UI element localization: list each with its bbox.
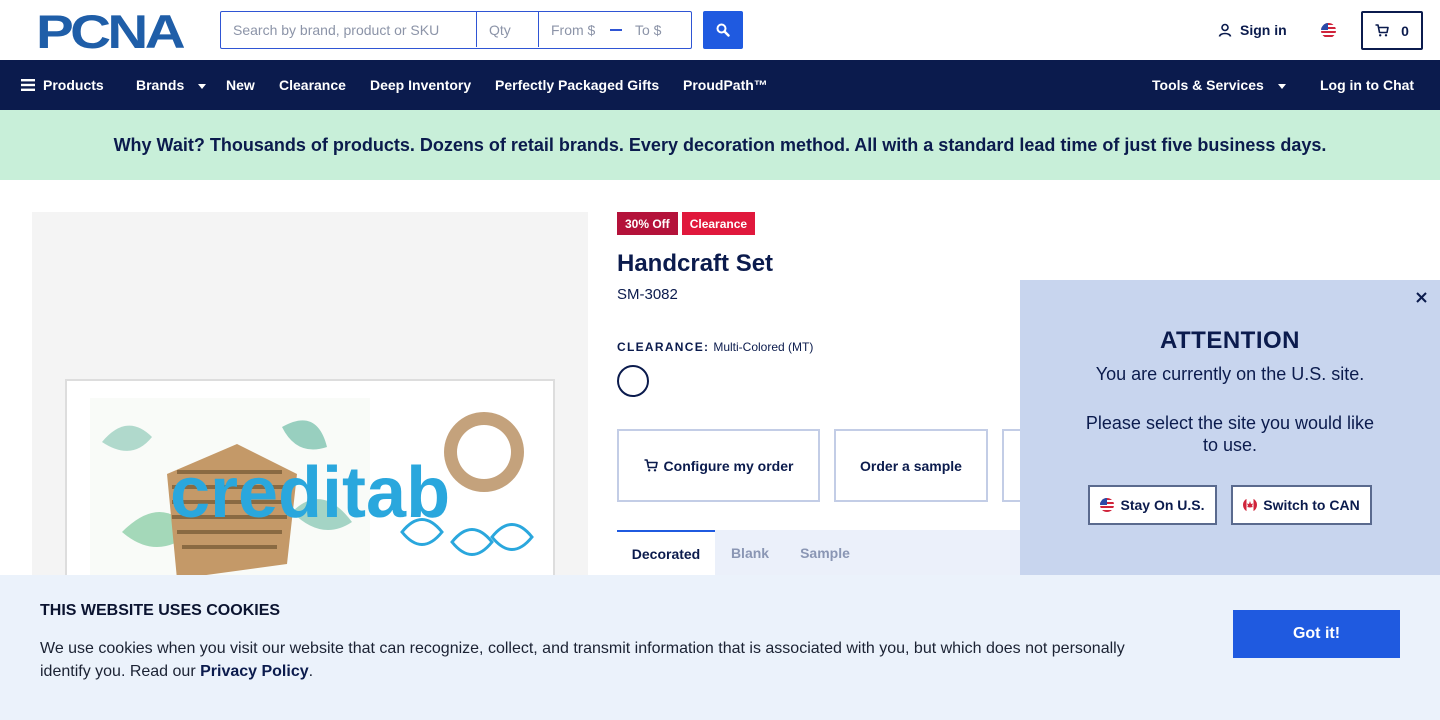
nav-gifts-label: Perfectly Packaged Gifts [495, 77, 660, 93]
cookie-title: THIS WEBSITE USES COOKIES [40, 602, 281, 619]
search-bar [220, 11, 692, 49]
switch-can-label: Switch to CAN [1263, 497, 1360, 513]
nav-chat-login[interactable]: Log in to Chat [1320, 60, 1414, 110]
cart-button[interactable]: 0 [1361, 11, 1423, 50]
site-header: PCNA Sign in [0, 0, 1440, 60]
search-icon [716, 23, 730, 37]
nav-new-label: New [226, 77, 255, 93]
order-sample-button[interactable]: Order a sample [834, 429, 988, 502]
attention-title: ATTENTION [1159, 327, 1301, 354]
site-select-modal: ATTENTION You are currently on the U.S. … [1020, 280, 1440, 575]
tab-sample[interactable]: Sample [785, 530, 865, 575]
nav-tools-label: Tools & Services [1152, 77, 1264, 93]
clearance-label: CLEARANCE: [617, 340, 710, 354]
product-image-logo: creditab [170, 453, 450, 533]
chevron-down-icon [1277, 83, 1286, 89]
product-badges: 30% Off Clearance [617, 212, 756, 235]
cookie-text: We use cookies when you visit our websit… [40, 637, 1150, 683]
cookie-period: . [308, 663, 314, 680]
nav-products-label: Products [43, 77, 104, 93]
attention-line2: Please select the site you would like to… [1085, 413, 1375, 455]
search-input[interactable] [221, 12, 477, 47]
tab-blank[interactable]: Blank [715, 530, 785, 575]
nav-clearance-label: Clearance [279, 77, 346, 93]
tab-decorated[interactable]: Decorated [617, 530, 715, 575]
configure-order-button[interactable]: Configure my order [617, 429, 820, 502]
nav-deep-inventory[interactable]: Deep Inventory [370, 60, 471, 110]
configure-label: Configure my order [663, 457, 794, 474]
chevron-down-icon [198, 83, 207, 89]
nav-chat-label: Log in to Chat [1320, 77, 1415, 93]
nav-brands-label: Brands [136, 77, 185, 93]
user-icon [1218, 23, 1232, 37]
nav-tools-services[interactable]: Tools & Services [1152, 60, 1286, 110]
cookie-banner: THIS WEBSITE USES COOKIES We use cookies… [0, 575, 1440, 720]
attention-line1: You are currently on the U.S. site. [1095, 364, 1365, 384]
nav-products[interactable]: Products [21, 60, 104, 110]
stay-us-button[interactable]: Stay On U.S. [1088, 485, 1217, 525]
logo-text: PCNA [36, 11, 184, 51]
pricing-tabs: Decorated Blank Sample [617, 530, 1020, 575]
privacy-policy-link[interactable]: Privacy Policy [200, 663, 309, 680]
clearance-value: Multi-Colored (MT) [713, 340, 814, 354]
price-to-input[interactable] [623, 12, 691, 47]
price-from-input[interactable] [539, 12, 609, 47]
main-nav: Products Brands New Clearance Deep Inven… [0, 60, 1440, 110]
promo-text: Why Wait? Thousands of products. Dozens … [113, 134, 1327, 155]
product-photo: creditab [65, 379, 555, 575]
nav-proudpath-label: ProudPath™ [683, 77, 768, 93]
cart-icon [1375, 24, 1389, 37]
product-image[interactable]: creditab [32, 212, 588, 575]
promo-banner: Why Wait? Thousands of products. Dozens … [0, 110, 1440, 180]
sign-in-label: Sign in [1240, 22, 1287, 38]
nav-proudpath[interactable]: ProudPath™ [683, 60, 768, 110]
nav-gifts[interactable]: Perfectly Packaged Gifts [495, 60, 659, 110]
order-sample-label: Order a sample [860, 457, 962, 474]
search-button[interactable] [703, 11, 743, 49]
sign-in-link[interactable]: Sign in [1218, 22, 1287, 38]
nav-new[interactable]: New [226, 60, 255, 110]
clearance-color: CLEARANCE: Multi-Colored (MT) [617, 340, 813, 354]
product-sku: SM-3082 [617, 286, 678, 303]
close-icon[interactable] [1412, 288, 1430, 306]
cart-icon [644, 459, 658, 472]
discount-badge: 30% Off [617, 212, 678, 235]
canada-flag-icon [1243, 498, 1258, 512]
switch-can-button[interactable]: Switch to CAN [1231, 485, 1372, 525]
product-title: Handcraft Set [617, 250, 774, 277]
accept-cookies-button[interactable]: Got it! [1233, 610, 1400, 658]
us-flag-icon [1100, 498, 1115, 512]
clearance-badge: Clearance [681, 212, 756, 235]
qty-input[interactable] [477, 12, 539, 47]
stay-us-label: Stay On U.S. [1120, 497, 1205, 513]
menu-icon [21, 79, 35, 91]
cart-count: 0 [1401, 22, 1409, 39]
us-flag-icon[interactable] [1321, 23, 1336, 38]
nav-deep-inventory-label: Deep Inventory [370, 77, 472, 93]
pcna-logo[interactable]: PCNA [36, 5, 187, 58]
color-swatch[interactable] [617, 365, 649, 397]
price-range-dash [609, 12, 623, 47]
nav-brands[interactable]: Brands [136, 60, 207, 110]
nav-clearance[interactable]: Clearance [279, 60, 346, 110]
